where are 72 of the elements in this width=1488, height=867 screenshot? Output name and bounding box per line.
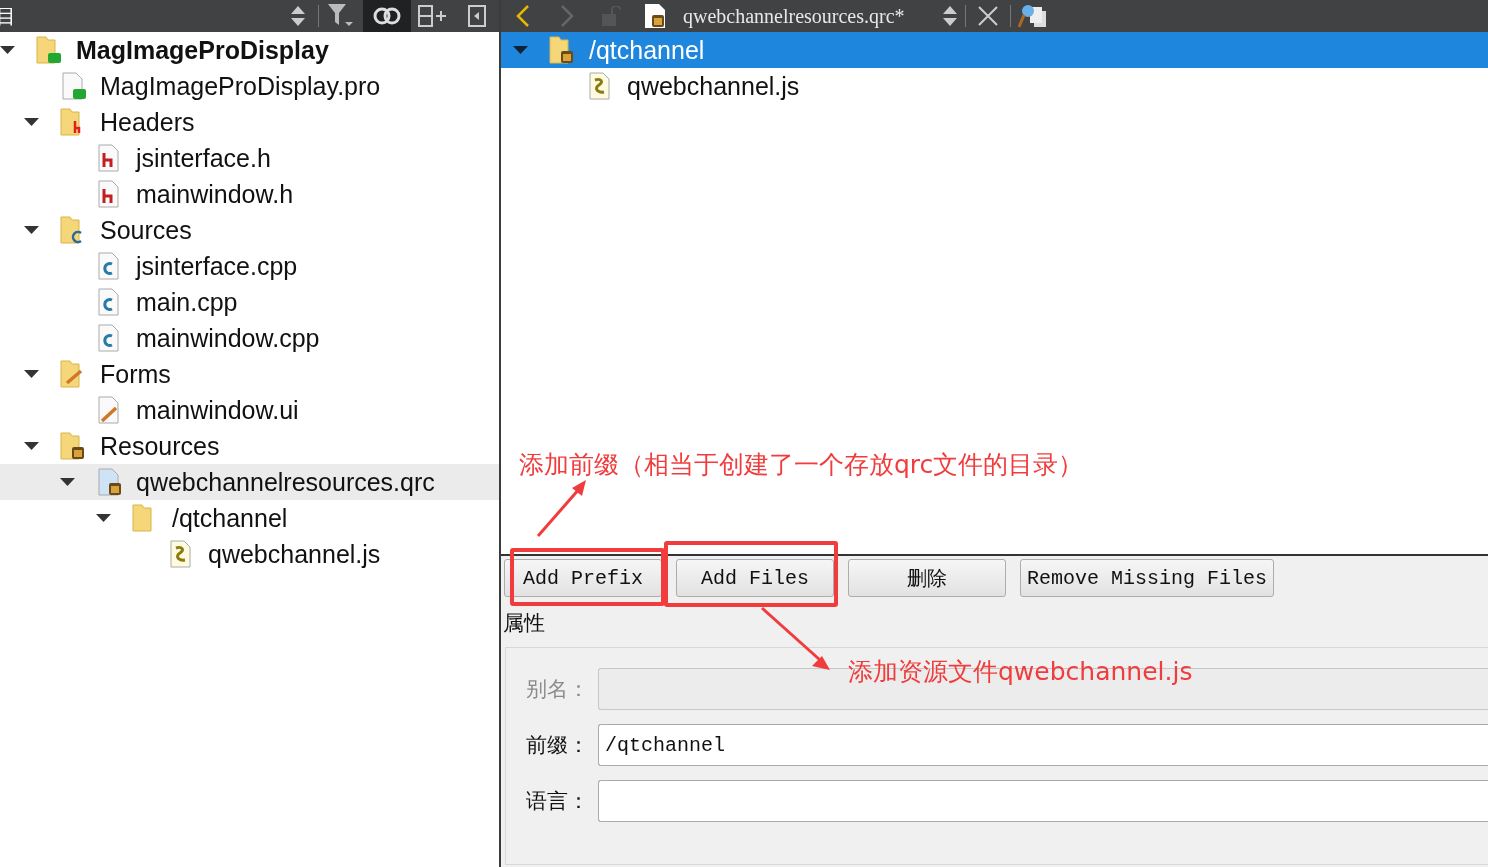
text-field[interactable]: /qtchannel [598,724,1488,766]
group-title: 属性 [503,610,546,636]
up-down-arrows-icon[interactable] [291,6,305,26]
tree-row[interactable]: qwebchannelresources.qrc [0,464,499,500]
field-label: 语言： [526,788,590,815]
tree-row[interactable]: mainwindow.cpp [0,320,499,356]
annotation-text: 添加资源文件qwebchannel.js [848,656,1193,688]
tree-row[interactable]: Sources [0,212,499,248]
tree-item-label: qwebchannel.js [627,71,800,101]
tree-item-label: Forms [100,359,171,389]
qt-folder-icon [36,36,62,64]
tree-row[interactable]: MagImageProDisplay [0,32,499,68]
action-button[interactable]: 删除 [848,559,1006,597]
resource-file-icon [644,3,666,29]
tree-row[interactable]: Headers [0,104,499,140]
cpp-file-icon [96,287,122,317]
tree-item-label: mainwindow.cpp [136,323,320,353]
ui-file-icon [96,395,122,425]
qt-project-file-icon [60,71,86,101]
tree-row[interactable]: jsinterface.h [0,140,499,176]
magnifier-documents-icon[interactable] [1017,3,1048,29]
action-button[interactable]: Add Prefix [504,559,662,597]
tree-item-label: main.cpp [136,287,238,317]
tree-row[interactable]: /qtchannel [501,32,1488,68]
action-button[interactable]: Add Files [676,559,834,597]
close-icon[interactable] [977,6,998,26]
annotation-arrow [760,606,832,672]
action-button[interactable]: Remove Missing Files [1020,559,1274,597]
tree-item-label: Sources [100,215,192,245]
folder-icon [132,504,152,532]
header-file-icon [96,143,122,173]
field-label: 前缀： [526,732,590,759]
split-add-icon[interactable] [418,5,448,27]
tree-item-label: mainwindow.ui [136,395,299,425]
text-field[interactable] [598,780,1488,822]
tree-item-label: /qtchannel [589,35,705,65]
header-file-icon [96,179,122,209]
tree-row[interactable]: main.cpp [0,284,499,320]
tree-item-label: Headers [100,107,195,137]
up-down-arrows-icon[interactable] [942,6,957,26]
open-file-name[interactable]: qwebchannelresources.qrc* [683,4,905,28]
annotation-text: 添加前缀（相当于创建了一个存放qrc文件的目录） [519,449,1084,481]
tree-row[interactable]: Forms [0,356,499,392]
tree-item-label: qwebchannel.js [208,539,381,569]
tree-item-label: jsinterface.h [136,143,271,173]
field-label: 别名： [526,676,590,703]
tree-row[interactable]: /qtchannel [0,500,499,536]
tree-item-label: jsinterface.cpp [136,251,298,281]
tree-row[interactable]: Resources [0,428,499,464]
tree-row[interactable]: jsinterface.cpp [0,248,499,284]
cpp-file-icon [96,251,122,281]
link-icon[interactable] [373,7,401,25]
annotation-arrow [536,480,588,538]
tree-item-label: Resources [100,431,220,461]
tree-row[interactable]: mainwindow.h [0,176,499,212]
tree-item-label: MagImageProDisplay [76,35,329,65]
tree-row[interactable]: qwebchannel.js [0,536,499,572]
close-sidebar-icon[interactable] [468,5,486,27]
tree-item-label: qwebchannelresources.qrc [136,467,435,497]
filter-icon[interactable] [328,4,354,28]
script-file-icon [168,539,194,569]
script-file-icon [587,71,613,101]
tree-row[interactable]: mainwindow.ui [0,392,499,428]
resource-file-icon [96,467,122,497]
resource-folder-icon [549,36,575,64]
tree-item-label: mainwindow.h [136,179,294,209]
cpp-file-icon [96,323,122,353]
tree-row[interactable]: MagImageProDisplay.pro [0,68,499,104]
tree-row[interactable]: qwebchannel.js [501,68,1488,104]
resource-folder-icon [60,432,86,460]
tree-item-label: /qtchannel [172,503,288,533]
tree-item-label: MagImageProDisplay.pro [100,71,381,101]
